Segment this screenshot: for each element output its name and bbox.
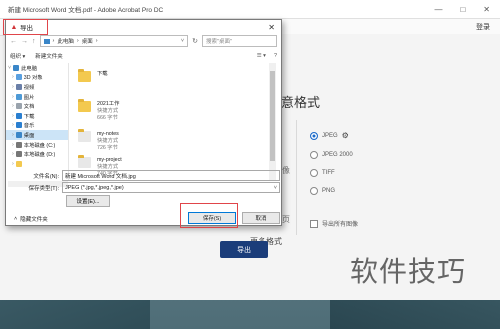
help-button[interactable]: ? [274,53,277,59]
tree-item-this-pc[interactable]: ˅ 此电脑 [6,63,68,73]
hide-folders-toggle[interactable]: ˄ 隐藏文件夹 [14,215,48,223]
savetype-label: 保存类型(T): [28,185,59,192]
side-char-2: 页 [282,215,290,224]
window-title: 新建 Microsoft Word 文档.pdf - Adobe Acrobat… [8,7,164,14]
file-item-downloads[interactable]: 下载 [78,69,108,82]
file-item-my-notes[interactable]: my-notes 快捷方式 726 字节 [78,129,119,152]
folder-icon [15,160,22,167]
settings-button[interactable]: 设置(E)... [66,195,110,207]
cancel-button[interactable]: 取消 [242,212,280,224]
side-char-1: 像 [282,166,290,175]
watermark-text: 软件技巧 [350,255,467,288]
tree-item-disk-d[interactable]: › 本地磁盘 (D:) [6,149,68,159]
radio-icon [310,151,318,159]
format-option-jpeg2000[interactable]: JPEG 2000 [310,151,353,159]
up-arrow-icon[interactable]: ↑ [32,38,36,45]
file-list-scrollbar[interactable] [269,63,276,181]
download-icon [15,112,22,119]
maximize-button[interactable]: □ [460,5,465,14]
search-input[interactable]: 搜索"桌面" [202,35,277,47]
folder-shortcut-icon [78,99,91,112]
new-folder-button[interactable]: 新建文件夹 [35,52,63,60]
gear-icon[interactable]: ⚙ [342,131,349,140]
tree-item-downloads[interactable]: › 下载 [6,111,68,121]
view-options-button[interactable]: ☰ ▾ [257,53,266,59]
chevron-down-icon[interactable]: ˅ [181,38,184,44]
navigation-tree: ˅ 此电脑 › 3D 对象 › 视频 › 图片 › 文档 › 下载 › 音乐 › 桌面 › 本地磁… [6,63,69,181]
tree-item-documents[interactable]: › 文档 [6,101,68,111]
radio-icon [310,169,318,177]
save-highlight-box [180,203,238,228]
tree-item-video[interactable]: › 视频 [6,82,68,92]
address-bar[interactable]: › 此电脑 › 桌面 › ˅ [39,35,189,47]
breadcrumb-desktop[interactable]: 桌面 [82,37,93,45]
document-icon [15,103,22,110]
minimize-button[interactable]: — [434,5,442,14]
acrobat-titlebar: 新建 Microsoft Word 文档.pdf - Adobe Acrobat… [0,0,500,19]
shortcut-icon [78,129,91,142]
refresh-icon[interactable]: ↻ [192,37,198,45]
pc-icon [13,64,20,71]
video-icon [15,83,22,90]
desktop-icon [15,131,22,138]
tree-item-pictures[interactable]: › 图片 [6,92,68,102]
address-row: ← → ↑ › 此电脑 › 桌面 › ˅ ↻ 搜索"桌面" [10,35,277,47]
filename-input[interactable]: 新建 Microsoft Word 文档.jpg [62,170,280,181]
pc-icon [43,38,50,44]
file-item-2021-work[interactable]: 2021工作 快捷方式 666 字节 [78,99,119,122]
tree-item-3d[interactable]: › 3D 对象 [6,73,68,83]
export-button[interactable]: 导出 [220,241,268,258]
export-all-images-checkbox[interactable]: 导出所有图像 [310,219,358,228]
organize-menu[interactable]: 组织 ▾ [10,52,25,60]
scrollbar-thumb[interactable] [270,71,275,161]
filename-label: 文件名(N): [33,173,59,180]
tree-item-music[interactable]: › 音乐 [6,121,68,131]
title-highlight-box [3,19,48,35]
login-link[interactable]: 登录 [476,22,490,32]
file-list: 下载 2021工作 快捷方式 666 字节 my-notes 快捷方式 726 … [72,63,268,181]
panel-divider [296,120,297,235]
savetype-row: 保存类型(T): JPEG (*.jpg,*.jpeg,*.jpe) ˅ [26,182,280,193]
checkbox-icon [310,219,318,228]
dialog-close-button[interactable]: ✕ [268,23,275,32]
folder-icon [78,69,91,82]
cube-icon [15,74,22,81]
dialog-toolbar: 组织 ▾ 新建文件夹 ☰ ▾ ? [10,50,277,61]
picture-icon [15,93,22,100]
tree-item-disk-c[interactable]: › 本地磁盘 (C:) [6,140,68,150]
shortcut-icon [78,155,91,168]
format-option-jpeg[interactable]: JPEG ⚙ [310,131,349,140]
save-dialog: ▲ 导出 ✕ ← → ↑ › 此电脑 › 桌面 › ˅ ↻ 搜索"桌面" 组织 … [5,19,282,226]
disk-icon [15,141,22,148]
tree-item-desktop[interactable]: › 桌面 [6,130,68,140]
savetype-select[interactable]: JPEG (*.jpg,*.jpeg,*.jpe) ˅ [62,182,280,193]
music-icon [15,122,22,129]
disk-icon [15,151,22,158]
tree-item-folder[interactable]: › [6,159,68,169]
breadcrumb-pc[interactable]: 此电脑 [57,37,74,45]
forward-arrow-icon[interactable]: → [21,38,28,45]
chevron-down-icon: ˅ [273,184,277,191]
filename-row: 文件名(N): 新建 Microsoft Word 文档.jpg [26,170,280,181]
format-option-tiff[interactable]: TIFF [310,169,335,177]
chevron-up-icon: ˄ [14,216,18,222]
back-arrow-icon[interactable]: ← [10,38,17,45]
radio-icon [310,187,318,195]
radio-selected-icon [310,131,318,140]
format-option-png[interactable]: PNG [310,187,335,195]
close-window-button[interactable]: ✕ [483,5,490,14]
